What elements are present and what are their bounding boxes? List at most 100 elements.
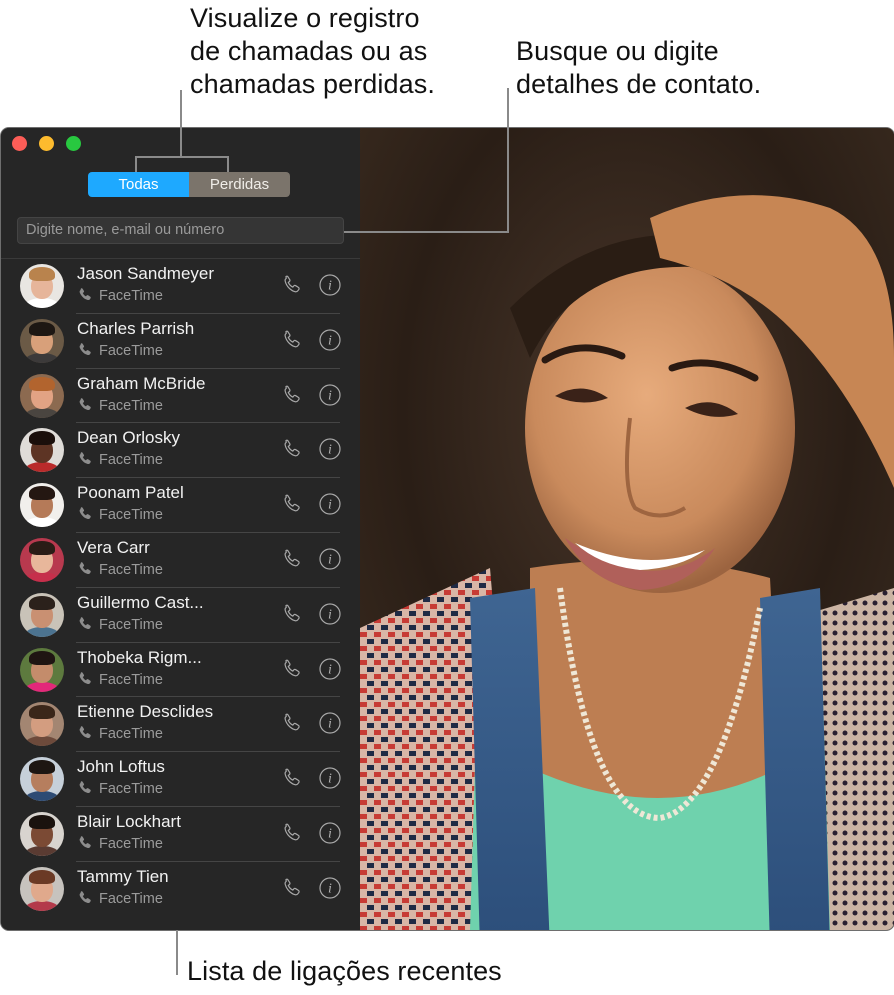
info-button[interactable]: i	[319, 274, 341, 296]
svg-text:i: i	[328, 607, 332, 622]
recent-call-row[interactable]: Poonam Patel FaceTime i	[1, 478, 360, 533]
call-type-label: FaceTime	[99, 726, 163, 743]
svg-text:i: i	[328, 279, 332, 294]
call-button[interactable]	[281, 329, 303, 351]
call-type: FaceTime	[78, 780, 163, 798]
info-button[interactable]: i	[319, 712, 341, 734]
phone-icon	[78, 890, 93, 905]
call-type: FaceTime	[78, 616, 163, 634]
recent-call-row[interactable]: Vera Carr FaceTime i	[1, 533, 360, 588]
call-type: FaceTime	[78, 397, 163, 415]
phone-icon	[78, 780, 93, 795]
phone-icon	[78, 561, 93, 576]
recent-call-row[interactable]: Dean Orlosky FaceTime i	[1, 423, 360, 479]
avatar-hair	[29, 705, 55, 720]
svg-text:i: i	[328, 772, 332, 787]
callout-line	[507, 88, 509, 233]
zoom-button[interactable]	[66, 136, 81, 151]
recent-call-row[interactable]: Jason Sandmeyer FaceTime i	[1, 259, 360, 314]
search-input[interactable]	[26, 218, 343, 243]
contact-name: Guillermo Cast...	[77, 592, 204, 612]
call-type: FaceTime	[78, 671, 163, 689]
avatar-shoulders	[24, 791, 60, 802]
avatar-shoulders	[24, 736, 60, 747]
info-button[interactable]: i	[319, 493, 341, 515]
avatar	[20, 811, 64, 856]
phone-icon	[281, 330, 303, 355]
avatar-hair	[29, 321, 55, 336]
contact-name: Vera Carr	[77, 537, 150, 557]
info-button[interactable]: i	[319, 767, 341, 789]
overall-strap-right	[760, 588, 830, 930]
avatar-hair	[29, 869, 55, 884]
info-button[interactable]: i	[319, 822, 341, 844]
call-button[interactable]	[281, 658, 303, 680]
call-type-label: FaceTime	[99, 890, 163, 907]
call-button[interactable]	[281, 274, 303, 296]
contact-name: Dean Orlosky	[77, 428, 180, 448]
info-button[interactable]: i	[319, 877, 341, 899]
avatar-shoulders	[24, 681, 60, 692]
callout-line	[180, 90, 182, 158]
avatar	[20, 264, 64, 308]
info-icon: i	[319, 767, 341, 793]
info-icon: i	[319, 383, 341, 410]
minimize-button[interactable]	[39, 136, 54, 151]
call-button[interactable]	[281, 603, 303, 625]
info-button[interactable]: i	[319, 603, 341, 625]
phone-icon	[281, 768, 303, 793]
tab-all[interactable]: Todas	[88, 172, 189, 197]
info-button[interactable]: i	[319, 383, 341, 406]
call-type-label: FaceTime	[99, 397, 163, 414]
avatar-hair	[29, 376, 55, 391]
recent-call-row[interactable]: John Loftus FaceTime i	[1, 752, 360, 807]
close-button[interactable]	[12, 136, 27, 151]
contact-name: Poonam Patel	[77, 483, 184, 503]
call-button[interactable]	[281, 767, 303, 789]
info-icon: i	[319, 493, 341, 519]
info-icon: i	[319, 329, 341, 355]
info-button[interactable]: i	[319, 438, 341, 460]
avatar	[20, 757, 64, 802]
recent-call-row[interactable]: Etienne Desclides FaceTime i	[1, 697, 360, 753]
recent-call-row[interactable]: Charles Parrish FaceTime i	[1, 314, 360, 369]
video-preview-image	[360, 128, 894, 930]
phone-icon	[78, 342, 93, 357]
call-type-label: FaceTime	[99, 452, 163, 469]
phone-icon	[78, 506, 93, 521]
phone-icon	[78, 451, 93, 466]
tab-missed[interactable]: Perdidas	[189, 172, 290, 197]
recent-call-row[interactable]: Thobeka Rigm... FaceTime i	[1, 643, 360, 698]
avatar-shoulders	[24, 462, 60, 473]
call-type-label: FaceTime	[99, 835, 163, 852]
recent-call-row[interactable]: Tammy Tien FaceTime i	[1, 862, 360, 917]
callout-view-call-log: Visualize o registro de chamadas ou as c…	[190, 2, 480, 101]
recent-call-row[interactable]: Guillermo Cast... FaceTime i	[1, 588, 360, 643]
callout-recent-calls-list: Lista de ligações recentes	[187, 956, 502, 986]
phone-icon	[78, 835, 93, 850]
callout-line-text: Busque ou digite	[516, 36, 719, 66]
call-button[interactable]	[281, 712, 303, 734]
phone-icon	[78, 397, 93, 412]
facetime-window: Todas Perdidas Jason Sandmeyer FaceTime …	[1, 128, 894, 930]
call-button[interactable]	[281, 548, 303, 570]
call-button[interactable]	[281, 877, 303, 899]
avatar	[20, 318, 64, 363]
call-button[interactable]	[281, 384, 303, 406]
search-field[interactable]	[17, 217, 344, 244]
info-button[interactable]: i	[319, 329, 341, 351]
call-button[interactable]	[281, 493, 303, 515]
info-button[interactable]: i	[319, 548, 341, 570]
info-icon: i	[319, 548, 341, 574]
call-button[interactable]	[281, 438, 303, 460]
recent-call-row[interactable]: Graham McBride FaceTime i	[1, 369, 360, 424]
call-button[interactable]	[281, 822, 303, 844]
callout-search-contacts: Busque ou digite detalhes de contato.	[516, 35, 816, 101]
avatar	[20, 428, 64, 473]
video-preview	[360, 128, 894, 930]
avatar-hair	[29, 267, 55, 281]
recent-call-row[interactable]: Blair Lockhart FaceTime i	[1, 807, 360, 862]
info-icon: i	[319, 438, 341, 464]
info-button[interactable]: i	[319, 657, 341, 680]
call-type: FaceTime	[78, 561, 163, 579]
